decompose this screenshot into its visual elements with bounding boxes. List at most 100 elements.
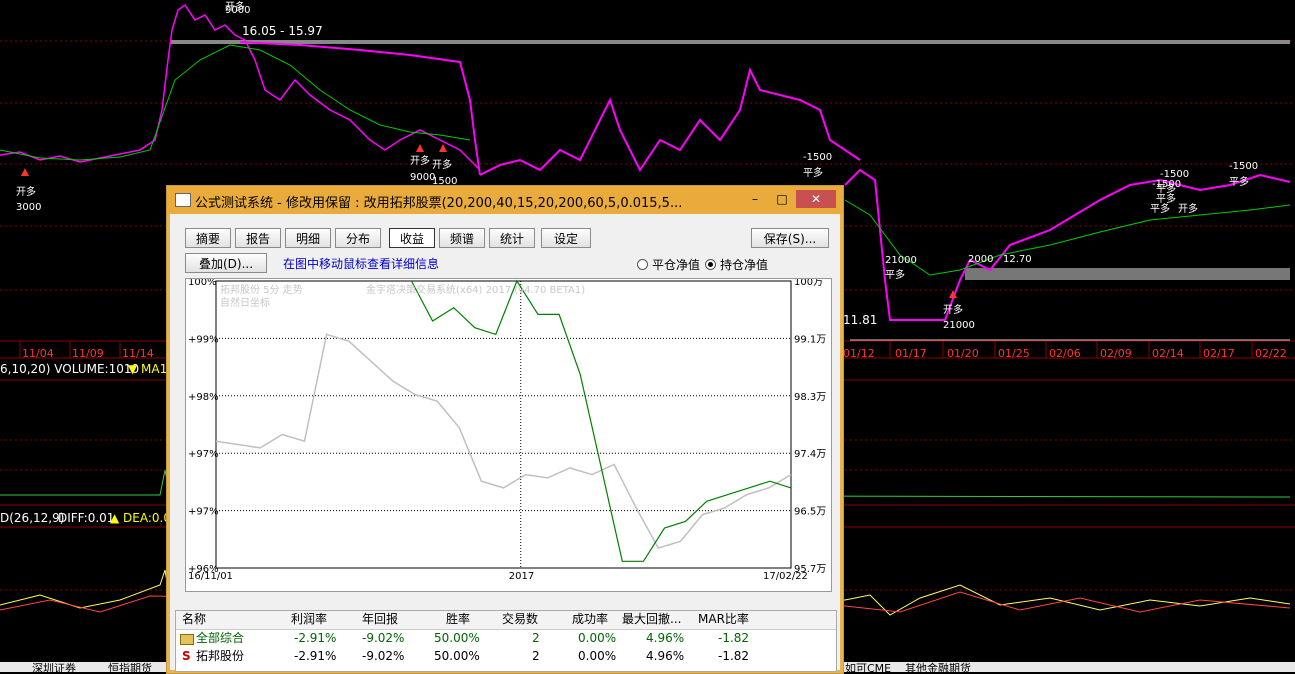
price-label-high: 16.05 - 15.97 xyxy=(242,24,323,38)
svg-text:11/14: 11/14 xyxy=(122,347,154,360)
radio-dot-selected xyxy=(705,259,716,270)
radio-close-equity[interactable]: 平仓净值 xyxy=(637,256,700,273)
row-win: 50.00% xyxy=(434,631,480,645)
chart-y-labels: 100% 100万 +99% 99.1万 +98% 98.3万 +97% 97.4万 +97% 9… xyxy=(188,279,826,575)
row-mar: -1.82 xyxy=(718,631,750,645)
minimize-button[interactable]: – xyxy=(742,190,768,208)
x-tick-label: 2017 xyxy=(509,571,534,582)
col-profit[interactable]: 利润率 xyxy=(291,611,327,628)
col-success[interactable]: 成功率 xyxy=(572,611,608,628)
row-profit: -2.91% xyxy=(294,649,337,663)
price-line-left xyxy=(0,3,481,171)
tab-report[interactable]: 报告 xyxy=(235,228,281,248)
svg-text:02/06: 02/06 xyxy=(1049,347,1081,360)
equity-chart-svg: 100% 100万 +99% 99.1万 +98% 98.3万 +97% 97.4万 +97% 9… xyxy=(188,279,826,582)
chart-overlay-text-1: 拓邦股份 5分 走势 xyxy=(220,283,303,296)
svg-text:01/20: 01/20 xyxy=(947,347,979,360)
radio-dot xyxy=(637,259,648,270)
bg-qty-6: 21000 xyxy=(885,255,917,266)
volume-ma-label: ▼ MA1 xyxy=(128,362,167,376)
dialog-title: 公式测试系统 - 修改用保留 : 改用拓邦股票(20,200,40,15,20,… xyxy=(195,196,683,211)
gray-band xyxy=(965,268,1290,280)
plot-frame xyxy=(215,280,792,569)
y-left-tick-label: +99% xyxy=(188,334,219,345)
row-drawdown: 4.96% xyxy=(646,631,685,645)
bg-level-2: 2000 xyxy=(968,254,993,265)
bg-level-1: 12.70 xyxy=(1003,254,1032,265)
tab-returns[interactable]: 收益 xyxy=(389,228,435,248)
row-name: 全部综合 xyxy=(196,631,245,645)
col-trades[interactable]: 交易数 xyxy=(502,611,538,628)
save-button[interactable]: 保存(S)... xyxy=(751,228,829,248)
bg-mark-5: 平多 xyxy=(803,166,823,179)
chart-overlay-text-3: 金字塔决策交易系统(x64) 2017 (v4.70 BETA1) xyxy=(366,283,585,296)
col-win[interactable]: 胜率 xyxy=(446,611,470,628)
table-header: 名称 利润率 年回报 胜率 交易数 成功率 最大回撤... MAR比率 xyxy=(176,611,836,630)
svg-text:02/14: 02/14 xyxy=(1152,347,1184,360)
equity-chart[interactable]: 100% 100万 +99% 99.1万 +98% 98.3万 +97% 97.4万 +97% 9… xyxy=(185,278,832,592)
row-success: 0.00% xyxy=(578,649,617,663)
row-trades: 2 xyxy=(532,649,540,663)
radio-close-equity-label: 平仓净值 xyxy=(652,258,701,272)
svg-text:11/09: 11/09 xyxy=(72,347,104,360)
col-mar[interactable]: MAR比率 xyxy=(698,611,749,628)
price-line-right xyxy=(844,168,1291,321)
svg-text:深圳证券: 深圳证券 xyxy=(32,661,76,672)
y-left-tick-label: 100% xyxy=(188,279,217,288)
macd-indicator-label: D(26,12,9) xyxy=(0,511,64,525)
chart-overlay-text-2: 自然日坐标 xyxy=(220,296,270,309)
bg-mark-6: 平多 xyxy=(885,268,905,281)
bg-qty-9: -1500 xyxy=(1229,161,1258,172)
row-win: 50.00% xyxy=(434,649,480,663)
overlay-button[interactable]: 叠加(D)... xyxy=(185,253,267,273)
row-annual: -9.02% xyxy=(362,631,405,645)
stock-icon: S xyxy=(182,649,191,663)
bg-mark-3: 开多 xyxy=(432,158,452,171)
row-trades: 2 xyxy=(532,631,540,645)
close-button[interactable]: ✕ xyxy=(796,190,836,208)
radio-hold-equity-label: 持仓净值 xyxy=(720,258,769,272)
y-right-tick-label: 96.5万 xyxy=(794,507,826,518)
radio-hold-equity[interactable]: 持仓净值 xyxy=(705,256,768,273)
bg-mark-11: 平多 xyxy=(1156,192,1176,205)
results-table: 名称 利润率 年回报 胜率 交易数 成功率 最大回撤... MAR比率 全部综合… xyxy=(175,610,837,672)
bg-qty-4: 9000 xyxy=(225,5,250,16)
table-row[interactable]: S 拓邦股份 -2.91% -9.02% 50.00% 2 0.00% 4.96… xyxy=(176,648,836,666)
y-left-tick-label: +98% xyxy=(188,392,219,403)
app-icon xyxy=(175,193,191,207)
svg-text:02/22: 02/22 xyxy=(1255,347,1287,360)
svg-text:其他金融期货: 其他金融期货 xyxy=(905,661,971,672)
maximize-button[interactable]: □ xyxy=(769,190,795,208)
chart-series-gray xyxy=(215,333,792,549)
y-left-tick-label: +97% xyxy=(188,507,219,518)
row-profit: -2.91% xyxy=(294,631,337,645)
row-mar: -1.82 xyxy=(718,649,750,663)
tab-spectrum[interactable]: 频谱 xyxy=(439,228,485,248)
chart-grid xyxy=(216,281,791,568)
svg-text:01/25: 01/25 xyxy=(998,347,1030,360)
tab-detail[interactable]: 明细 xyxy=(285,228,331,248)
col-drawdown[interactable]: 最大回撤... xyxy=(622,611,681,628)
col-annual[interactable]: 年回报 xyxy=(362,611,398,628)
y-right-tick-label: 97.4万 xyxy=(794,449,826,460)
price-label-low: 11.81 xyxy=(843,313,877,327)
row-drawdown: 4.96% xyxy=(646,649,685,663)
bg-qty-1: 3000 xyxy=(16,202,41,213)
tab-settings[interactable]: 设定 xyxy=(541,228,591,248)
y-right-tick-label: 100万 xyxy=(794,279,823,288)
folder-icon xyxy=(180,634,194,645)
y-right-tick-label: 99.1万 xyxy=(794,334,826,345)
tab-statistics[interactable]: 统计 xyxy=(489,228,535,248)
svg-text:如可CME: 如可CME xyxy=(845,661,891,672)
dialog-title-bar[interactable]: 公式测试系统 - 修改用保留 : 改用拓邦股票(20,200,40,15,20,… xyxy=(167,186,843,214)
volume-indicator-label: 6,10,20) VOLUME:1010 xyxy=(0,362,139,376)
table-row[interactable]: 全部综合 -2.91% -9.02% 50.00% 2 0.00% 4.96% … xyxy=(176,630,836,648)
bg-mark-2: 开多 xyxy=(410,154,430,167)
bg-mark-1: 开多 xyxy=(16,185,36,198)
row-success: 0.00% xyxy=(578,631,617,645)
tab-summary[interactable]: 摘要 xyxy=(185,228,231,248)
chart-series-green xyxy=(410,279,792,562)
col-name[interactable]: 名称 xyxy=(182,611,206,628)
tab-distribution[interactable]: 分布 xyxy=(335,228,381,248)
bg-mark-7: 开多 xyxy=(943,303,963,316)
